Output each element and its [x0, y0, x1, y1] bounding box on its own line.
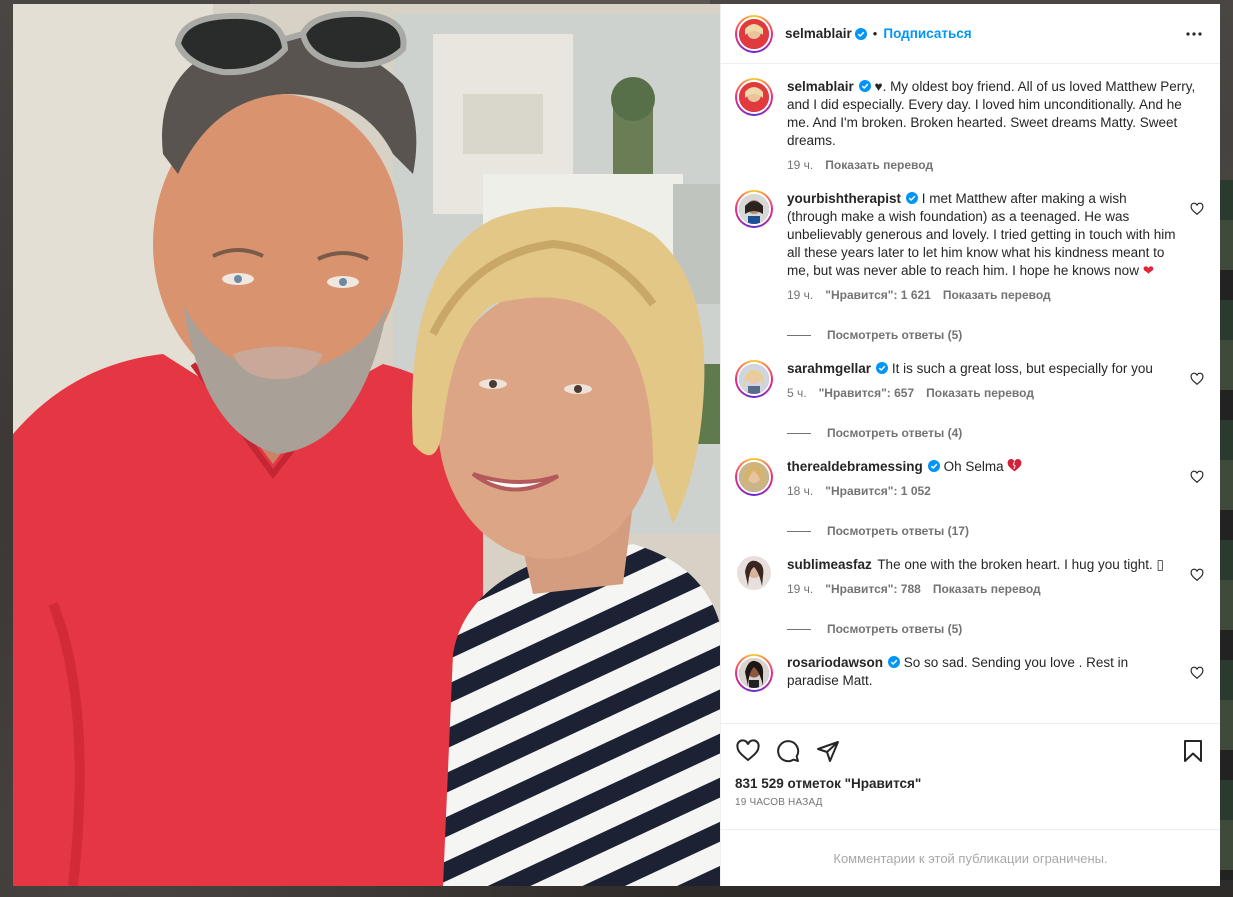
comment-avatar[interactable] [735, 190, 773, 228]
comment-avatar[interactable] [735, 654, 773, 692]
action-row [735, 736, 1206, 766]
comment-translate-link[interactable]: Показать перевод [943, 288, 1051, 302]
comment-body: The one with the broken heart. I hug you… [877, 557, 1164, 572]
caption-text: selmablair ♥. My oldest boy friend. All … [787, 78, 1204, 150]
comment-username[interactable]: rosariodawson [787, 655, 883, 670]
comment-body: Oh Selma [943, 459, 1004, 474]
comment-time[interactable]: 18 ч. [787, 484, 813, 498]
caption-translate-link[interactable]: Показать перевод [825, 158, 933, 172]
comments-list[interactable]: selmablair ♥. My oldest boy friend. All … [721, 64, 1220, 723]
comment-likes[interactable]: "Нравится": 788 [825, 582, 921, 596]
share-icon[interactable] [815, 738, 841, 764]
comment-icon[interactable] [775, 738, 801, 764]
comment-item: sublimeasfaz The one with the broken hea… [735, 556, 1204, 596]
replies-line [787, 334, 811, 336]
comment-meta: 18 ч. "Нравится": 1 052 [787, 484, 1176, 498]
verified-badge-icon [876, 362, 889, 374]
comment-likes[interactable]: "Нравится": 657 [819, 386, 915, 400]
comment-text: rosariodawson So so sad. Sending you lov… [787, 654, 1176, 690]
caption-time[interactable]: 19 ч. [787, 158, 813, 172]
replies-line [787, 530, 811, 532]
comment-username[interactable]: yourbishtherapist [787, 191, 901, 206]
verified-badge-icon [927, 460, 940, 472]
post-actions: 831 529 отметок "Нравится" 19 часов наза… [721, 723, 1220, 829]
view-replies-button[interactable]: Посмотреть ответы (17) [787, 524, 1204, 538]
likes-count[interactable]: 831 529 отметок "Нравится" [735, 776, 1206, 791]
verified-badge-icon [854, 27, 867, 40]
comment-username[interactable]: therealdebramessing [787, 459, 923, 474]
view-replies-button[interactable]: Посмотреть ответы (5) [787, 328, 1204, 342]
comment-text: therealdebramessing Oh Selma [787, 458, 1176, 476]
caption: selmablair ♥. My oldest boy friend. All … [735, 78, 1204, 172]
comment-meta: 5 ч. "Нравится": 657 Показать перевод [787, 386, 1176, 400]
author-username-link[interactable]: selmablair [785, 26, 852, 41]
post-header: selmablair • Подписаться [721, 4, 1220, 64]
follow-button[interactable]: Подписаться [883, 26, 971, 41]
comment-time[interactable]: 19 ч. [787, 582, 813, 596]
view-replies-button[interactable]: Посмотреть ответы (5) [787, 622, 1204, 636]
post-photo-illustration [13, 4, 720, 886]
comment-item: rosariodawson So so sad. Sending you lov… [735, 654, 1204, 692]
post-photo[interactable] [13, 4, 720, 886]
post-side-panel: selmablair • Подписаться selmablair ♥. M… [720, 4, 1220, 886]
comment-like-heart-icon[interactable] [1190, 372, 1204, 386]
view-replies-label: Посмотреть ответы (5) [827, 328, 963, 342]
comment-translate-link[interactable]: Показать перевод [926, 386, 1034, 400]
comment-avatar[interactable] [735, 458, 773, 496]
header-separator: • [872, 26, 878, 41]
comment-likes[interactable]: "Нравится": 1 621 [825, 288, 931, 302]
comment-username[interactable]: sublimeasfaz [787, 557, 872, 572]
comment-translate-link[interactable]: Показать перевод [933, 582, 1041, 596]
comment-time[interactable]: 19 ч. [787, 288, 813, 302]
view-replies-label: Посмотреть ответы (4) [827, 426, 963, 440]
comment-meta: 19 ч. "Нравится": 788 Показать перевод [787, 582, 1176, 596]
comment-text: sublimeasfaz The one with the broken hea… [787, 556, 1176, 574]
comment-like-heart-icon[interactable] [1190, 666, 1204, 680]
comment-item: yourbishtherapist I met Matthew after ma… [735, 190, 1204, 302]
broken-heart-emoji [1007, 459, 1022, 472]
comment-time[interactable]: 5 ч. [787, 386, 807, 400]
red-heart-emoji: ❤ [1142, 263, 1155, 278]
post-modal: selmablair • Подписаться selmablair ♥. M… [13, 4, 1220, 886]
comment-like-heart-icon[interactable] [1190, 202, 1204, 216]
replies-line [787, 432, 811, 434]
caption-meta: 19 ч. Показать перевод [787, 158, 1204, 172]
post-timestamp[interactable]: 19 часов назад [735, 797, 1206, 808]
verified-badge-icon [858, 80, 871, 92]
comment-item: therealdebramessing Oh Selma 18 ч. "Нрав… [735, 458, 1204, 498]
replies-line [787, 628, 811, 630]
comment-like-heart-icon[interactable] [1190, 470, 1204, 484]
bookmark-icon[interactable] [1180, 738, 1206, 764]
comment-item: sarahmgellar It is such a great loss, bu… [735, 360, 1204, 400]
like-heart-icon[interactable] [735, 738, 761, 764]
comment-avatar[interactable] [735, 360, 773, 398]
background-feed-strip [1220, 180, 1233, 880]
comment-avatar[interactable] [737, 556, 771, 590]
author-avatar[interactable] [735, 14, 773, 53]
more-options-icon[interactable] [1182, 22, 1206, 46]
caption-avatar[interactable] [735, 78, 773, 116]
verified-badge-icon [888, 656, 901, 668]
verified-badge-icon [906, 192, 919, 204]
comment-likes[interactable]: "Нравится": 1 052 [825, 484, 931, 498]
comment-body: It is such a great loss, but especially … [891, 361, 1153, 376]
comment-meta: 19 ч. "Нравится": 1 621 Показать перевод [787, 288, 1176, 302]
view-replies-button[interactable]: Посмотреть ответы (4) [787, 426, 1204, 440]
caption-username[interactable]: selmablair [787, 79, 854, 94]
view-replies-label: Посмотреть ответы (5) [827, 622, 963, 636]
comments-restricted-notice: Комментарии к этой публикации ограничены… [721, 829, 1220, 886]
comment-like-heart-icon[interactable] [1190, 568, 1204, 582]
comment-text: sarahmgellar It is such a great loss, bu… [787, 360, 1176, 378]
comment-username[interactable]: sarahmgellar [787, 361, 871, 376]
comment-text: yourbishtherapist I met Matthew after ma… [787, 190, 1176, 280]
view-replies-label: Посмотреть ответы (17) [827, 524, 969, 538]
